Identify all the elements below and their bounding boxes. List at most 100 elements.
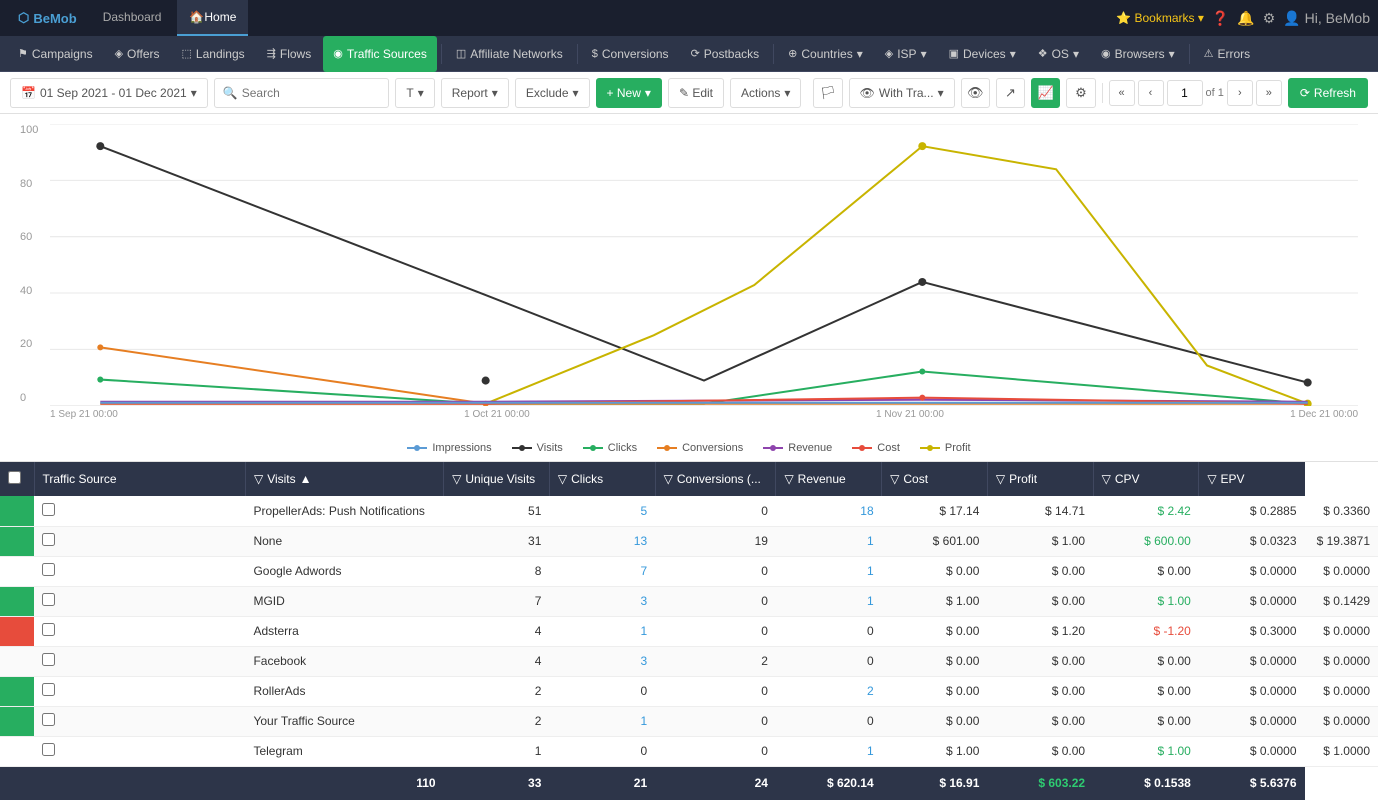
neutral-indicator (0, 556, 34, 586)
page-input[interactable] (1167, 80, 1203, 106)
nav-landings[interactable]: ⬚ Landings (172, 36, 255, 72)
next-page-button[interactable]: › (1227, 80, 1253, 106)
row-cpv: $ 0.0000 (1199, 556, 1305, 586)
th-revenue[interactable]: ▽ Revenue (776, 462, 882, 496)
landings-icon: ⬚ (182, 47, 192, 60)
row-checkbox[interactable] (42, 593, 55, 606)
share-button[interactable]: ↗ (996, 78, 1025, 108)
date-range-picker[interactable]: 📅 01 Sep 2021 - 01 Dec 2021 ▾ (10, 78, 208, 108)
nav-postbacks[interactable]: ⟳ Postbacks (681, 36, 770, 72)
row-clicks: 2 (655, 646, 776, 676)
row-profit: $ 2.42 (1093, 496, 1199, 526)
nav-flows[interactable]: ⇶ Flows (257, 36, 322, 72)
th-cost[interactable]: ▽ Cost (882, 462, 988, 496)
row-source: Telegram (245, 736, 443, 766)
row-visits: 4 (444, 646, 550, 676)
row-cost: $ 0.00 (987, 706, 1093, 736)
first-page-button[interactable]: « (1109, 80, 1135, 106)
nav-devices[interactable]: ▣ Devices ▾ (939, 36, 1026, 72)
row-checkbox[interactable] (42, 503, 55, 516)
row-cpv: $ 0.0000 (1199, 646, 1305, 676)
with-tra-button[interactable]: 👁 With Tra... ▾ (849, 78, 955, 108)
legend-revenue[interactable]: Revenue (763, 442, 832, 454)
th-epv[interactable]: ▽ EPV (1199, 462, 1305, 496)
select-all-checkbox[interactable] (8, 471, 21, 484)
flag-button[interactable]: 🏳 (813, 78, 842, 108)
row-source: Facebook (245, 646, 443, 676)
row-checkbox[interactable] (42, 653, 55, 666)
row-clicks: 0 (655, 586, 776, 616)
row-checkbox-cell (34, 556, 245, 586)
notifications-icon[interactable]: 🔔 (1237, 10, 1254, 27)
nav-errors[interactable]: ⚠ Errors (1194, 36, 1261, 72)
th-traffic-source[interactable]: Traffic Source (34, 462, 245, 496)
th-checkbox[interactable] (0, 462, 34, 496)
last-page-button[interactable]: » (1256, 80, 1282, 106)
row-epv: $ 1.0000 (1305, 736, 1378, 766)
th-profit[interactable]: ▽ Profit (987, 462, 1093, 496)
exclude-button[interactable]: Exclude ▾ (515, 78, 590, 108)
postbacks-icon: ⟳ (691, 47, 700, 60)
user-icon[interactable]: 👤 Hi, BeMob (1283, 10, 1370, 27)
nav-os[interactable]: ❖ OS ▾ (1028, 36, 1089, 72)
actions-button[interactable]: Actions ▾ (730, 78, 801, 108)
edit-button[interactable]: ✎ Edit (668, 78, 724, 108)
row-checkbox[interactable] (42, 533, 55, 546)
row-profit: $ -1.20 (1093, 616, 1199, 646)
row-checkbox[interactable] (42, 623, 55, 636)
filter-icon: ▽ (1102, 472, 1111, 486)
nav-isp[interactable]: ◈ ISP ▾ (875, 36, 937, 72)
help-icon[interactable]: ❓ (1212, 10, 1229, 27)
gear-button[interactable]: ⚙ (1066, 78, 1095, 108)
row-visits: 8 (444, 556, 550, 586)
row-checkbox[interactable] (42, 743, 55, 756)
chart-y-labels: 100 80 60 40 20 0 (20, 124, 50, 404)
legend-visits[interactable]: Visits (512, 442, 563, 454)
nav-affiliate-networks[interactable]: ◫ Affiliate Networks (446, 36, 573, 72)
row-checkbox[interactable] (42, 683, 55, 696)
search-input[interactable] (242, 86, 381, 100)
report-button[interactable]: Report ▾ (441, 78, 509, 108)
row-clicks: 0 (655, 556, 776, 586)
row-checkbox[interactable] (42, 563, 55, 576)
legend-impressions[interactable]: Impressions (407, 442, 491, 454)
row-revenue: $ 0.00 (882, 676, 988, 706)
devices-icon: ▣ (949, 47, 959, 60)
row-epv: $ 0.0000 (1305, 616, 1378, 646)
chart-button[interactable]: 📈 (1031, 78, 1060, 108)
row-revenue: $ 17.14 (882, 496, 988, 526)
table-row: RollerAds 2 0 0 2 $ 0.00 $ 0.00 $ 0.00 $… (0, 676, 1378, 706)
row-checkbox-cell (34, 736, 245, 766)
new-button[interactable]: + New ▾ (596, 78, 662, 108)
refresh-button[interactable]: ⟳ Refresh (1288, 78, 1368, 108)
th-clicks[interactable]: ▽ Clicks (549, 462, 655, 496)
th-cpv[interactable]: ▽ CPV (1093, 462, 1199, 496)
th-visits[interactable]: ▽ Visits ▲ (245, 462, 443, 496)
legend-clicks[interactable]: Clicks (583, 442, 637, 454)
row-checkbox[interactable] (42, 713, 55, 726)
nav-countries[interactable]: ⊕ Countries ▾ (778, 36, 873, 72)
bookmarks-button[interactable]: ⭐ Bookmarks ▾ (1116, 11, 1204, 25)
nav-offers[interactable]: ◈ Offers (105, 36, 170, 72)
th-conversions[interactable]: ▽ Conversions (... (655, 462, 776, 496)
legend-profit[interactable]: Profit (920, 442, 971, 454)
prev-page-button[interactable]: ‹ (1138, 80, 1164, 106)
row-source: Adsterra (245, 616, 443, 646)
brand[interactable]: ⬡ BeMob (8, 10, 87, 26)
filter-icon: ▽ (890, 472, 899, 486)
type-button[interactable]: T ▾ (395, 78, 434, 108)
countries-icon: ⊕ (788, 47, 797, 60)
nav-browsers[interactable]: ◉ Browsers ▾ (1091, 36, 1185, 72)
view-toggle-button[interactable]: 👁 (961, 78, 990, 108)
tab-dashboard[interactable]: Dashboard (91, 0, 174, 36)
nav-traffic-sources[interactable]: ◉ Traffic Sources (323, 36, 437, 72)
nav-conversions[interactable]: $ Conversions (582, 36, 679, 72)
settings-icon[interactable]: ⚙ (1263, 10, 1276, 27)
nav-campaigns[interactable]: ⚑ Campaigns (8, 36, 103, 72)
sub-indicator (0, 616, 34, 646)
row-conversions: 1 (776, 556, 882, 586)
th-unique-visits[interactable]: ▽ Unique Visits (444, 462, 550, 496)
legend-cost[interactable]: Cost (852, 442, 900, 454)
legend-conversions[interactable]: Conversions (657, 442, 743, 454)
tab-home[interactable]: 🏠 Home (177, 0, 248, 36)
